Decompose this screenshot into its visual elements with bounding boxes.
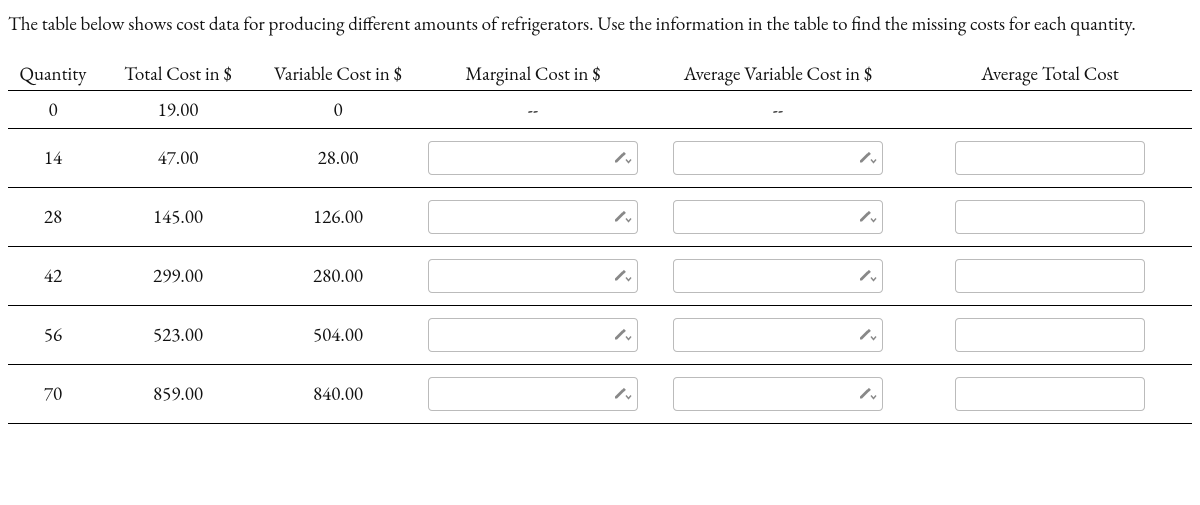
- avg-variable-cost-input[interactable]: [673, 259, 883, 293]
- cell-avg-variable-cost: --: [648, 90, 908, 128]
- cell-variable-cost: 28.00: [258, 128, 418, 187]
- cell-quantity: 56: [8, 305, 98, 364]
- col-header-total-cost: Total Cost in $: [98, 57, 258, 91]
- cell-avg-variable-cost: [648, 128, 908, 187]
- table-row: 56523.00504.00: [8, 305, 1192, 364]
- avg-total-cost-input[interactable]: [955, 141, 1145, 175]
- cell-marginal-cost: --: [418, 90, 648, 128]
- avg-total-cost-input[interactable]: [955, 318, 1145, 352]
- cell-avg-variable-cost: [648, 364, 908, 423]
- cell-quantity: 0: [8, 90, 98, 128]
- cell-variable-cost: 504.00: [258, 305, 418, 364]
- cell-total-cost: 859.00: [98, 364, 258, 423]
- marginal-cost-input[interactable]: [428, 141, 638, 175]
- cell-avg-total-cost: [908, 305, 1192, 364]
- cell-avg-variable-cost: [648, 187, 908, 246]
- cell-total-cost: 19.00: [98, 90, 258, 128]
- cell-avg-variable-cost: [648, 305, 908, 364]
- cell-avg-variable-cost: [648, 246, 908, 305]
- cell-total-cost: 299.00: [98, 246, 258, 305]
- cell-total-cost: 523.00: [98, 305, 258, 364]
- cell-marginal-cost: [418, 364, 648, 423]
- marginal-cost-input[interactable]: [428, 259, 638, 293]
- cell-marginal-cost: [418, 305, 648, 364]
- cell-variable-cost: 280.00: [258, 246, 418, 305]
- cell-variable-cost: 0: [258, 90, 418, 128]
- col-header-avg-total-cost: Average Total Cost: [908, 57, 1192, 91]
- col-header-marginal-cost: Marginal Cost in $: [418, 57, 648, 91]
- avg-total-cost-input[interactable]: [955, 377, 1145, 411]
- table-row: 1447.0028.00: [8, 128, 1192, 187]
- col-header-quantity: Quantity: [8, 57, 98, 91]
- cell-quantity: 42: [8, 246, 98, 305]
- cell-variable-cost: 840.00: [258, 364, 418, 423]
- avg-variable-cost-input[interactable]: [673, 377, 883, 411]
- marginal-cost-input[interactable]: [428, 318, 638, 352]
- cell-marginal-cost: [418, 246, 648, 305]
- instructions-text: The table below shows cost data for prod…: [8, 10, 1192, 39]
- cost-table: Quantity Total Cost in $ Variable Cost i…: [8, 57, 1192, 424]
- marginal-cost-input[interactable]: [428, 377, 638, 411]
- cell-avg-total-cost: [908, 364, 1192, 423]
- cell-quantity: 70: [8, 364, 98, 423]
- table-header-row: Quantity Total Cost in $ Variable Cost i…: [8, 57, 1192, 91]
- avg-total-cost-input[interactable]: [955, 200, 1145, 234]
- cell-avg-total-cost: [908, 90, 1192, 128]
- table-row: 70859.00840.00: [8, 364, 1192, 423]
- cell-quantity: 28: [8, 187, 98, 246]
- avg-variable-cost-input[interactable]: [673, 318, 883, 352]
- avg-variable-cost-input[interactable]: [673, 200, 883, 234]
- cell-quantity: 14: [8, 128, 98, 187]
- cell-total-cost: 145.00: [98, 187, 258, 246]
- avg-variable-cost-input[interactable]: [673, 141, 883, 175]
- marginal-cost-input[interactable]: [428, 200, 638, 234]
- cell-marginal-cost: [418, 128, 648, 187]
- cell-total-cost: 47.00: [98, 128, 258, 187]
- table-row: 28145.00126.00: [8, 187, 1192, 246]
- table-row: 019.000----: [8, 90, 1192, 128]
- col-header-variable-cost: Variable Cost in $: [258, 57, 418, 91]
- cell-marginal-cost: [418, 187, 648, 246]
- table-row: 42299.00280.00: [8, 246, 1192, 305]
- cell-avg-total-cost: [908, 246, 1192, 305]
- col-header-avg-variable-cost: Average Variable Cost in $: [648, 57, 908, 91]
- avg-total-cost-input[interactable]: [955, 259, 1145, 293]
- cell-avg-total-cost: [908, 128, 1192, 187]
- cell-avg-total-cost: [908, 187, 1192, 246]
- cell-variable-cost: 126.00: [258, 187, 418, 246]
